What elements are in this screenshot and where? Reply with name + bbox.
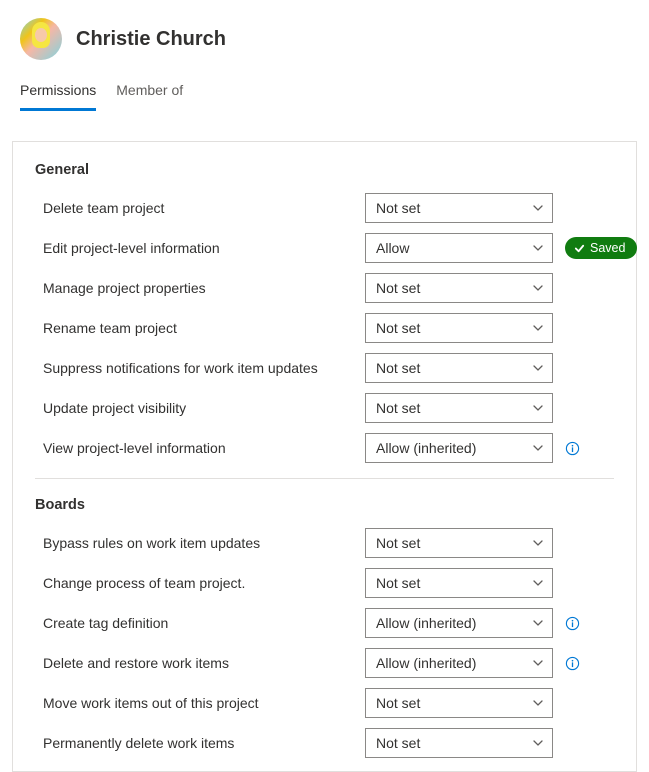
permission-label: Delete and restore work items [43,655,353,671]
chevron-down-icon [532,282,544,294]
permission-value: Not set [376,575,420,591]
permission-select[interactable]: Not set [365,688,553,718]
permission-select[interactable]: Not set [365,193,553,223]
permission-label: Edit project-level information [43,240,353,256]
info-icon[interactable] [565,656,580,671]
permission-select[interactable]: Not set [365,568,553,598]
permission-row: Change process of team project. Not set [13,563,636,603]
avatar [20,18,62,60]
chevron-down-icon [532,242,544,254]
permission-row: Edit project-level information Allow Saved [13,228,636,268]
permission-value: Not set [376,360,420,376]
permission-value: Not set [376,200,420,216]
permission-row: Delete and restore work items Allow (inhe… [13,643,636,683]
permission-select[interactable]: Allow (inherited) [365,648,553,678]
permission-row: Rename team project Not set [13,308,636,348]
permission-value: Not set [376,400,420,416]
saved-label: Saved [590,241,625,255]
permission-label: Permanently delete work items [43,735,353,751]
permission-select[interactable]: Not set [365,393,553,423]
check-icon [574,243,585,254]
chevron-down-icon [532,737,544,749]
info-icon[interactable] [565,441,580,456]
permission-label: Rename team project [43,320,353,336]
permission-label: Create tag definition [43,615,353,631]
permission-value: Not set [376,735,420,751]
permission-value: Allow (inherited) [376,615,476,631]
permission-value: Allow (inherited) [376,655,476,671]
permission-select[interactable]: Not set [365,273,553,303]
tab-permissions[interactable]: Permissions [20,76,96,111]
chevron-down-icon [532,362,544,374]
chevron-down-icon [532,697,544,709]
permission-select[interactable]: Allow (inherited) [365,608,553,638]
info-icon[interactable] [565,616,580,631]
permission-select[interactable]: Not set [365,728,553,758]
permission-row: Permanently delete work items Not set [13,723,636,763]
permission-row: View project-level information Allow (inh… [13,428,636,468]
permission-label: Manage project properties [43,280,353,296]
chevron-down-icon [532,402,544,414]
permission-value: Not set [376,280,420,296]
permission-value: Not set [376,535,420,551]
chevron-down-icon [532,617,544,629]
section-general-title: General [13,160,636,188]
tab-member-of[interactable]: Member of [116,76,183,111]
permission-label: Move work items out of this project [43,695,353,711]
permission-select[interactable]: Not set [365,353,553,383]
permission-value: Allow [376,240,409,256]
permission-select[interactable]: Allow [365,233,553,263]
chevron-down-icon [532,657,544,669]
permission-value: Allow (inherited) [376,440,476,456]
permission-row: Suppress notifications for work item upd… [13,348,636,388]
chevron-down-icon [532,442,544,454]
permission-row: Bypass rules on work item updates Not set [13,523,636,563]
permission-label: Change process of team project. [43,575,353,591]
permission-label: View project-level information [43,440,353,456]
permission-value: Not set [376,320,420,336]
permission-row: Move work items out of this project Not s… [13,683,636,723]
chevron-down-icon [532,202,544,214]
permission-label: Bypass rules on work item updates [43,535,353,551]
permission-label: Delete team project [43,200,353,216]
permission-row: Delete team project Not set [13,188,636,228]
tab-bar: Permissions Member of [0,70,649,111]
chevron-down-icon [532,537,544,549]
permission-row: Manage project properties Not set [13,268,636,308]
permissions-panel: General Delete team project Not set Edit p… [12,141,637,772]
permission-select[interactable]: Not set [365,528,553,558]
chevron-down-icon [532,322,544,334]
permission-select[interactable]: Allow (inherited) [365,433,553,463]
saved-badge: Saved [565,237,637,259]
permission-value: Not set [376,695,420,711]
permission-select[interactable]: Not set [365,313,553,343]
permission-label: Suppress notifications for work item upd… [43,360,353,376]
permission-label: Update project visibility [43,400,353,416]
permission-row: Update project visibility Not set [13,388,636,428]
chevron-down-icon [532,577,544,589]
section-boards-title: Boards [13,495,636,523]
page-title: Christie Church [76,28,226,51]
divider [35,478,614,479]
permission-row: Create tag definition Allow (inherited) [13,603,636,643]
